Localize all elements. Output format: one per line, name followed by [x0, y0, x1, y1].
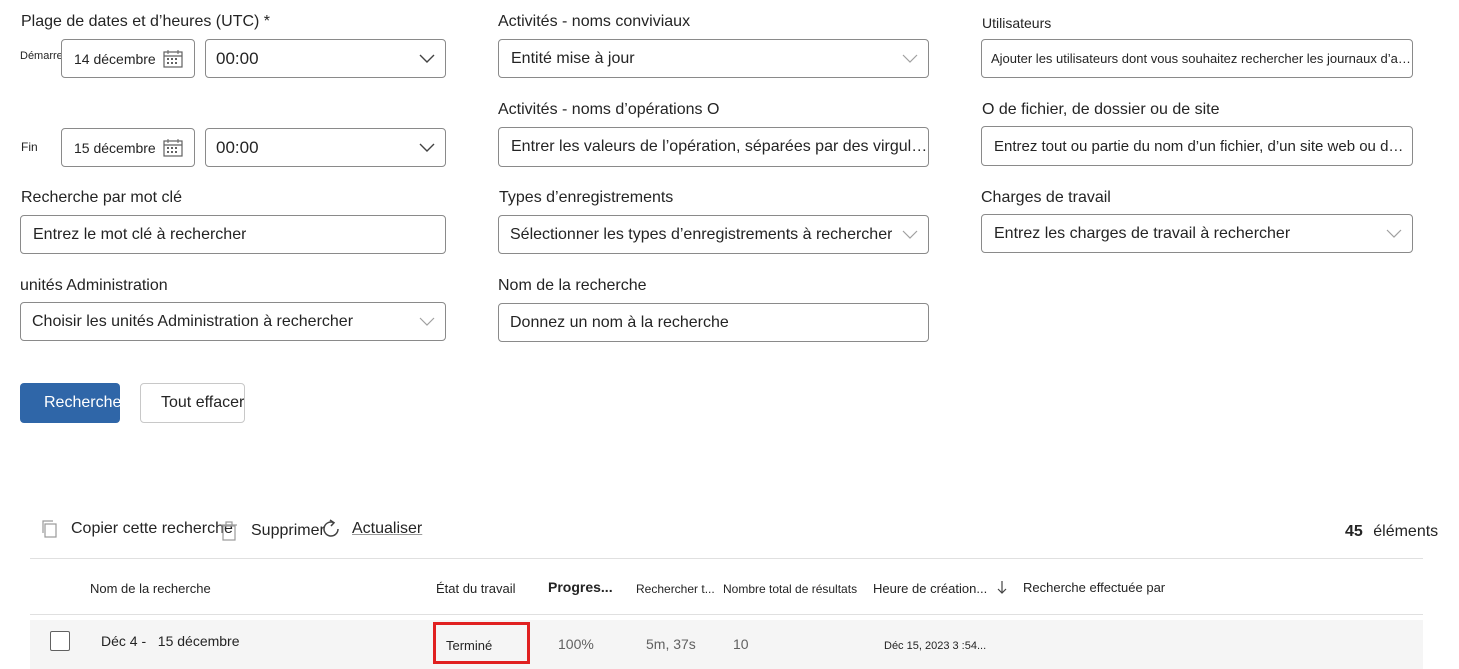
toolbar-divider — [30, 558, 1423, 559]
chevron-down-icon — [419, 54, 435, 64]
row-created: Déc 15, 2023 3 :54... — [884, 640, 987, 652]
file-folder-site-placeholder: Entrez tout ou partie du nom d’un fichie… — [994, 137, 1404, 155]
record-types-label: Types d’enregistrements — [499, 189, 674, 206]
column-header-name[interactable]: Nom de la recherche — [90, 581, 211, 596]
column-header-search-time[interactable]: Rechercher t... — [636, 582, 715, 596]
activities-operations-input[interactable]: Entrer les valeurs de l’opération, sépar… — [498, 127, 929, 167]
search-name-placeholder: Donnez un nom à la recherche — [510, 313, 729, 331]
item-count: 45 éléments — [1345, 523, 1438, 541]
row-checkbox[interactable] — [50, 631, 70, 651]
date-range-label: Plage de dates et d’heures (UTC) * — [21, 13, 271, 30]
users-input[interactable]: Ajouter les utilisateurs dont vous souha… — [981, 39, 1413, 78]
row-status: Terminé — [446, 638, 493, 653]
users-placeholder: Ajouter les utilisateurs dont vous souha… — [991, 51, 1412, 66]
workloads-placeholder: Entrez les charges de travail à recherch… — [994, 224, 1291, 242]
refresh-button[interactable]: Actualiser — [320, 518, 422, 540]
calendar-icon[interactable] — [163, 139, 183, 162]
column-header-created[interactable]: Heure de création... — [873, 581, 1007, 598]
workloads-label: Charges de travail — [981, 189, 1111, 206]
record-types-select[interactable]: Sélectionner les types d’enregistrements… — [498, 215, 929, 254]
delete-label: Supprimer — [251, 522, 325, 539]
start-date-value: 14 décembre — [74, 50, 156, 67]
copy-icon — [40, 519, 60, 539]
start-time-select[interactable]: 00:00 — [205, 39, 446, 78]
activities-friendly-select[interactable]: Entité mise à jour — [498, 39, 929, 78]
users-label: Utilisateurs — [982, 15, 1052, 31]
clear-all-button[interactable]: Tout effacer — [140, 383, 245, 423]
copy-search-label: Copier cette recherche — [71, 520, 233, 537]
start-date-picker[interactable]: 14 décembre — [61, 39, 195, 78]
copy-search-button[interactable]: Copier cette recherche — [40, 519, 233, 539]
header-divider — [30, 614, 1423, 615]
search-button[interactable]: Recherche — [20, 383, 120, 423]
start-label: Démarrer — [20, 50, 67, 62]
item-count-label: éléments — [1373, 523, 1439, 540]
chevron-down-icon — [1386, 229, 1402, 239]
file-folder-site-input[interactable]: Entrez tout ou partie du nom d’un fichie… — [981, 126, 1413, 166]
column-header-performed-by[interactable]: Recherche effectuée par — [1023, 580, 1165, 595]
keyword-label: Recherche par mot clé — [21, 189, 182, 206]
delete-button[interactable]: Supprimer — [220, 521, 325, 541]
admin-units-placeholder: Choisir les unités Administration à rech… — [32, 312, 354, 330]
row-total-results: 10 — [733, 636, 749, 652]
end-time-value: 00:00 — [216, 137, 259, 157]
item-count-number: 45 — [1345, 523, 1363, 540]
chevron-down-icon — [419, 317, 435, 327]
chevron-down-icon — [902, 54, 918, 64]
row-progress: 100% — [558, 636, 594, 652]
keyword-input[interactable]: Entrez le mot clé à rechercher — [20, 215, 446, 254]
search-name-input[interactable]: Donnez un nom à la recherche — [498, 303, 929, 342]
column-header-total-results[interactable]: Nombre total de résultats — [723, 582, 857, 596]
end-date-value: 15 décembre — [74, 139, 156, 156]
activities-friendly-label: Activités - noms conviviaux — [498, 13, 691, 30]
activities-friendly-value: Entité mise à jour — [511, 49, 635, 67]
end-label: Fin — [21, 140, 38, 154]
row-search-name[interactable]: Déc 4 - 15 décembre — [101, 633, 240, 649]
column-header-status[interactable]: État du travail — [436, 581, 516, 596]
activities-operations-placeholder: Entrer les valeurs de l’opération, sépar… — [511, 138, 928, 155]
column-header-progress[interactable]: Progres... — [548, 579, 613, 595]
workloads-select[interactable]: Entrez les charges de travail à recherch… — [981, 214, 1413, 253]
chevron-down-icon — [419, 143, 435, 153]
end-time-select[interactable]: 00:00 — [205, 128, 446, 167]
admin-units-label: unités Administration — [20, 277, 168, 294]
activities-operations-label: Activités - noms d’opérations O — [498, 101, 720, 118]
record-types-placeholder: Sélectionner les types d’enregistrements… — [510, 225, 893, 243]
delete-icon — [220, 521, 238, 541]
end-date-picker[interactable]: 15 décembre — [61, 128, 195, 167]
chevron-down-icon — [902, 230, 918, 240]
sort-descending-icon[interactable] — [997, 581, 1007, 598]
keyword-placeholder: Entrez le mot clé à rechercher — [33, 225, 247, 243]
search-name-label: Nom de la recherche — [498, 277, 647, 294]
column-header-created-label: Heure de création... — [873, 581, 988, 596]
refresh-icon — [320, 518, 342, 540]
row-search-time: 5m, 37s — [646, 636, 696, 652]
refresh-label: Actualiser — [352, 520, 423, 537]
start-time-value: 00:00 — [216, 48, 259, 68]
calendar-icon[interactable] — [163, 50, 183, 73]
admin-units-select[interactable]: Choisir les unités Administration à rech… — [20, 302, 446, 341]
file-folder-site-label: O de fichier, de dossier ou de site — [982, 101, 1220, 118]
